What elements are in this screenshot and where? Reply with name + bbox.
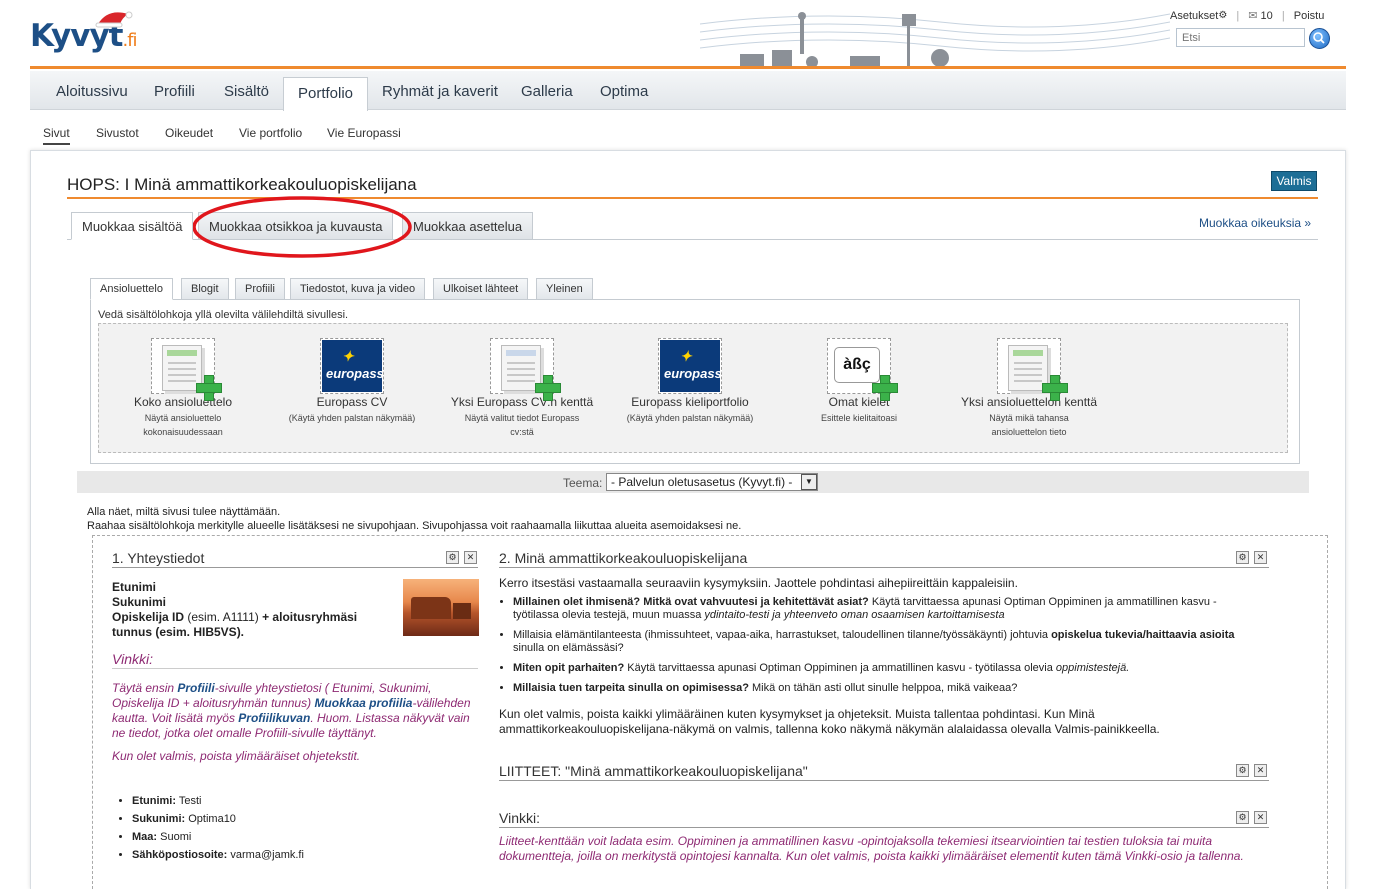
language-chars-icon: àßç (827, 338, 898, 401)
block-settings-icon[interactable]: ⚙ (1236, 811, 1249, 824)
block-settings-icon[interactable]: ⚙ (446, 551, 459, 564)
tip-text: Täytä ensin Profiili-sivulle yhteystieto… (112, 681, 471, 740)
block-europass-kieliportfolio[interactable]: ✦ europass Europass kieliportfolio (Käytä… (610, 338, 770, 425)
nav-portfolio[interactable]: Portfolio (283, 77, 369, 111)
block-title-yhteystiedot[interactable]: 1. Yhteystiedot (112, 550, 204, 566)
subnav-sivustot[interactable]: Sivustot (96, 126, 139, 140)
list-item: Millaisia elämäntilanteesta (ihmissuhtee… (513, 629, 1259, 655)
search-icon (1313, 32, 1325, 44)
block-settings-icon[interactable]: ⚙ (1236, 764, 1249, 777)
block-tab-tiedostot[interactable]: Tiedostot, kuva ja video (290, 278, 426, 300)
plus-icon (535, 375, 561, 401)
done-button[interactable]: Valmis (1271, 171, 1317, 191)
question-list: Millainen olet ihmisenä? Mitkä ovat vahv… (499, 596, 1259, 702)
block-koko-ansioluettelo[interactable]: Koko ansioluettelo Näytä ansioluettelo k… (103, 338, 263, 439)
annotation-oval (192, 196, 412, 258)
list-item: Miten opit parhaiten? Käytä tarvittaessa… (513, 662, 1259, 675)
block-yksi-ansioluettelon-kentta[interactable]: Yksi ansioluettelon kenttä Näytä mikä ta… (949, 338, 1109, 439)
settings-link[interactable]: Asetukset (1170, 10, 1218, 22)
block-title-liitteet[interactable]: LIITTEET: "Minä ammattikorkeakouluopiske… (499, 763, 808, 779)
subnav-sivut[interactable]: Sivut (43, 126, 70, 145)
block-omat-kielet[interactable]: àßç Omat kielet Esittele kielitaitoasi (779, 338, 939, 425)
list-item: Maa: Suomi (132, 828, 304, 846)
block-close-icon[interactable]: ✕ (1254, 551, 1267, 564)
europass-icon: ✦ europass (658, 338, 722, 394)
list-item: Sähköpostiosoite: varma@jamk.fi (132, 846, 304, 864)
attachments-tip-text: Liitteet-kenttään voit ladata esim. Oppi… (499, 834, 1244, 863)
preview-note: Alla näet, miltä sivusi tulee näyttämään… (87, 506, 281, 518)
nav-aloitussivu[interactable]: Aloitussivu (56, 83, 128, 100)
nav-galleria[interactable]: Galleria (521, 83, 573, 100)
top-links: Asetukset⚙ | ✉ 10 | Poistu (1170, 9, 1325, 23)
block-title-mina[interactable]: 2. Minä ammattikorkeakouluopiskelijana (499, 550, 747, 566)
contact-list: Etunimi: Testi Sukunimi: Optima10 Maa: S… (116, 792, 304, 864)
plus-icon (872, 375, 898, 401)
block-tab-yleinen[interactable]: Yleinen (536, 278, 593, 300)
list-item: Etunimi: Testi (132, 792, 304, 810)
search-button[interactable] (1309, 28, 1330, 49)
decorative-skyline-icon (700, 12, 1170, 68)
resume-document-icon (151, 338, 222, 401)
search-input[interactable] (1176, 28, 1305, 47)
logout-link[interactable]: Poistu (1294, 10, 1325, 22)
edit-rights-link[interactable]: Muokkaa oikeuksia » (1199, 216, 1311, 230)
block-settings-icon[interactable]: ⚙ (1236, 551, 1249, 564)
subnav-vie-portfolio[interactable]: Vie portfolio (239, 126, 302, 140)
layout-instructions: Raahaa sisältölohkoja merkitylle alueell… (87, 520, 742, 532)
block-tab-profiili[interactable]: Profiili (235, 278, 285, 300)
tab-edit-layout[interactable]: Muokkaa asettelua (402, 212, 534, 240)
plus-icon (1042, 375, 1068, 401)
nav-sisalto[interactable]: Sisältö (224, 83, 269, 100)
edit-profile-link[interactable]: Muokkaa profiilia (314, 696, 412, 710)
tip-done-text: Kun olet valmis, poista ylimääräiset ohj… (112, 749, 361, 763)
list-item: Sukunimi: Optima10 (132, 810, 304, 828)
chevron-down-icon[interactable]: ▼ (801, 474, 817, 490)
main-nav: Aloitussivu Profiili Sisältö Portfolio R… (30, 71, 1346, 111)
nav-profiili[interactable]: Profiili (154, 83, 195, 100)
theme-select[interactable]: - Palvelun oletusasetus (Kyvyt.fi) - (606, 473, 818, 491)
tip-title: Vinkki: (112, 651, 153, 667)
block-close-icon[interactable]: ✕ (464, 551, 477, 564)
header-divider (30, 66, 1346, 69)
block-europass-cv[interactable]: ✦ europass Europass CV (Käytä yhden palst… (272, 338, 432, 425)
contact-names: Etunimi Sukunimi Opiskelija ID (esim. A1… (112, 580, 358, 639)
europass-document-icon (490, 338, 561, 401)
block-europass-cv-field[interactable]: Yksi Europass CV:n kenttä Näytä valitut … (442, 338, 602, 439)
block-tab-blogit[interactable]: Blogit (181, 278, 229, 300)
block-tab-ansioluettelo[interactable]: Ansioluettelo (90, 278, 173, 300)
block-title-divider (499, 827, 1269, 828)
block-title-divider (112, 567, 478, 568)
profile-photo (403, 579, 479, 636)
gear-icon[interactable]: ⚙ (1218, 10, 1227, 21)
list-item: Millaisia tuen tarpeita sinulla on opimi… (513, 682, 1259, 695)
nav-ryhmat-ja-kaverit[interactable]: Ryhmät ja kaverit (382, 83, 498, 100)
page-title: HOPS: I Minä ammattikorkeakouluopiskelij… (67, 175, 417, 194)
block-close-icon[interactable]: ✕ (1254, 764, 1267, 777)
block-close-icon[interactable]: ✕ (1254, 811, 1267, 824)
block-title-divider (499, 567, 1269, 568)
resume-document-icon (997, 338, 1068, 401)
messages-count[interactable]: 10 (1261, 10, 1273, 22)
subnav-oikeudet[interactable]: Oikeudet (165, 126, 213, 140)
block-tab-ulkoiset-lahteet[interactable]: Ulkoiset lähteet (433, 278, 529, 300)
intro-text: Kerro itsestäsi vastaamalla seuraaviin k… (499, 576, 1018, 590)
europass-icon: ✦ europass (320, 338, 384, 394)
mail-icon[interactable]: ✉ (1248, 9, 1257, 22)
list-item: Millainen olet ihmisenä? Mitkä ovat vahv… (513, 596, 1259, 622)
nav-optima[interactable]: Optima (600, 83, 648, 100)
profile-picture-link[interactable]: Profiilikuvan (238, 711, 310, 725)
subnav-vie-europassi[interactable]: Vie Europassi (327, 126, 401, 140)
theme-label: Teema: (563, 476, 603, 490)
block-title-divider (499, 780, 1269, 781)
santa-hat-icon (95, 11, 133, 28)
plus-icon (196, 375, 222, 401)
tip-divider (112, 668, 478, 669)
tab-edit-content[interactable]: Muokkaa sisältöä (71, 212, 194, 240)
outro-text: Kun olet valmis, poista kaikki ylimääräi… (499, 707, 1160, 736)
drag-hint: Vedä sisältölohkoja yllä olevilta välile… (98, 309, 349, 321)
profile-link[interactable]: Profiili (177, 681, 214, 695)
block-title-vinkki[interactable]: Vinkki: (499, 810, 540, 826)
